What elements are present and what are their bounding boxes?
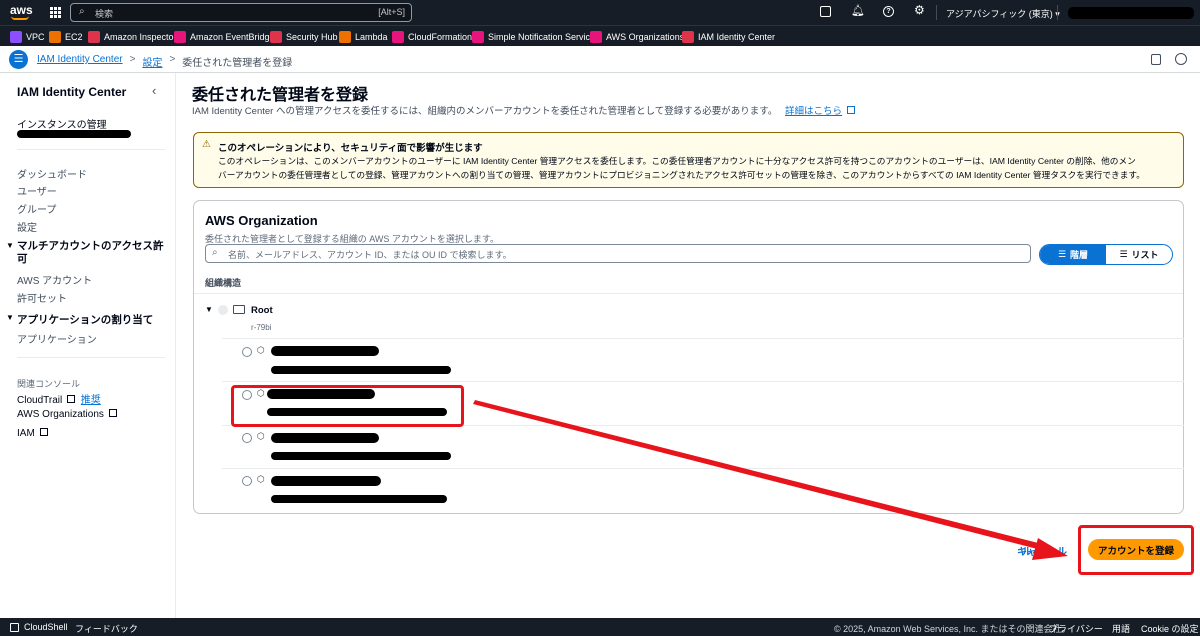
annotation-arrow	[473, 400, 1068, 560]
cloudshell-footer-icon[interactable]	[10, 623, 19, 632]
footer-cloudshell[interactable]: CloudShell	[24, 622, 68, 632]
annotation-arrow-shaft	[473, 400, 1050, 552]
footer-copyright: © 2025, Amazon Web Services, Inc. またはその関…	[834, 624, 1071, 634]
cancel-link-partial[interactable]: ル	[1022, 543, 1032, 558]
footer-feedback[interactable]: フィードバック	[75, 622, 138, 635]
footer-cookie[interactable]: Cookie の設定	[1141, 622, 1199, 635]
annotation-arrow-head	[1032, 538, 1068, 560]
footer-terms[interactable]: 用語	[1112, 622, 1130, 635]
footer-privacy[interactable]: プライバシー	[1049, 622, 1103, 635]
footer: CloudShell フィードバック © 2025, Amazon Web Se…	[0, 618, 1200, 636]
